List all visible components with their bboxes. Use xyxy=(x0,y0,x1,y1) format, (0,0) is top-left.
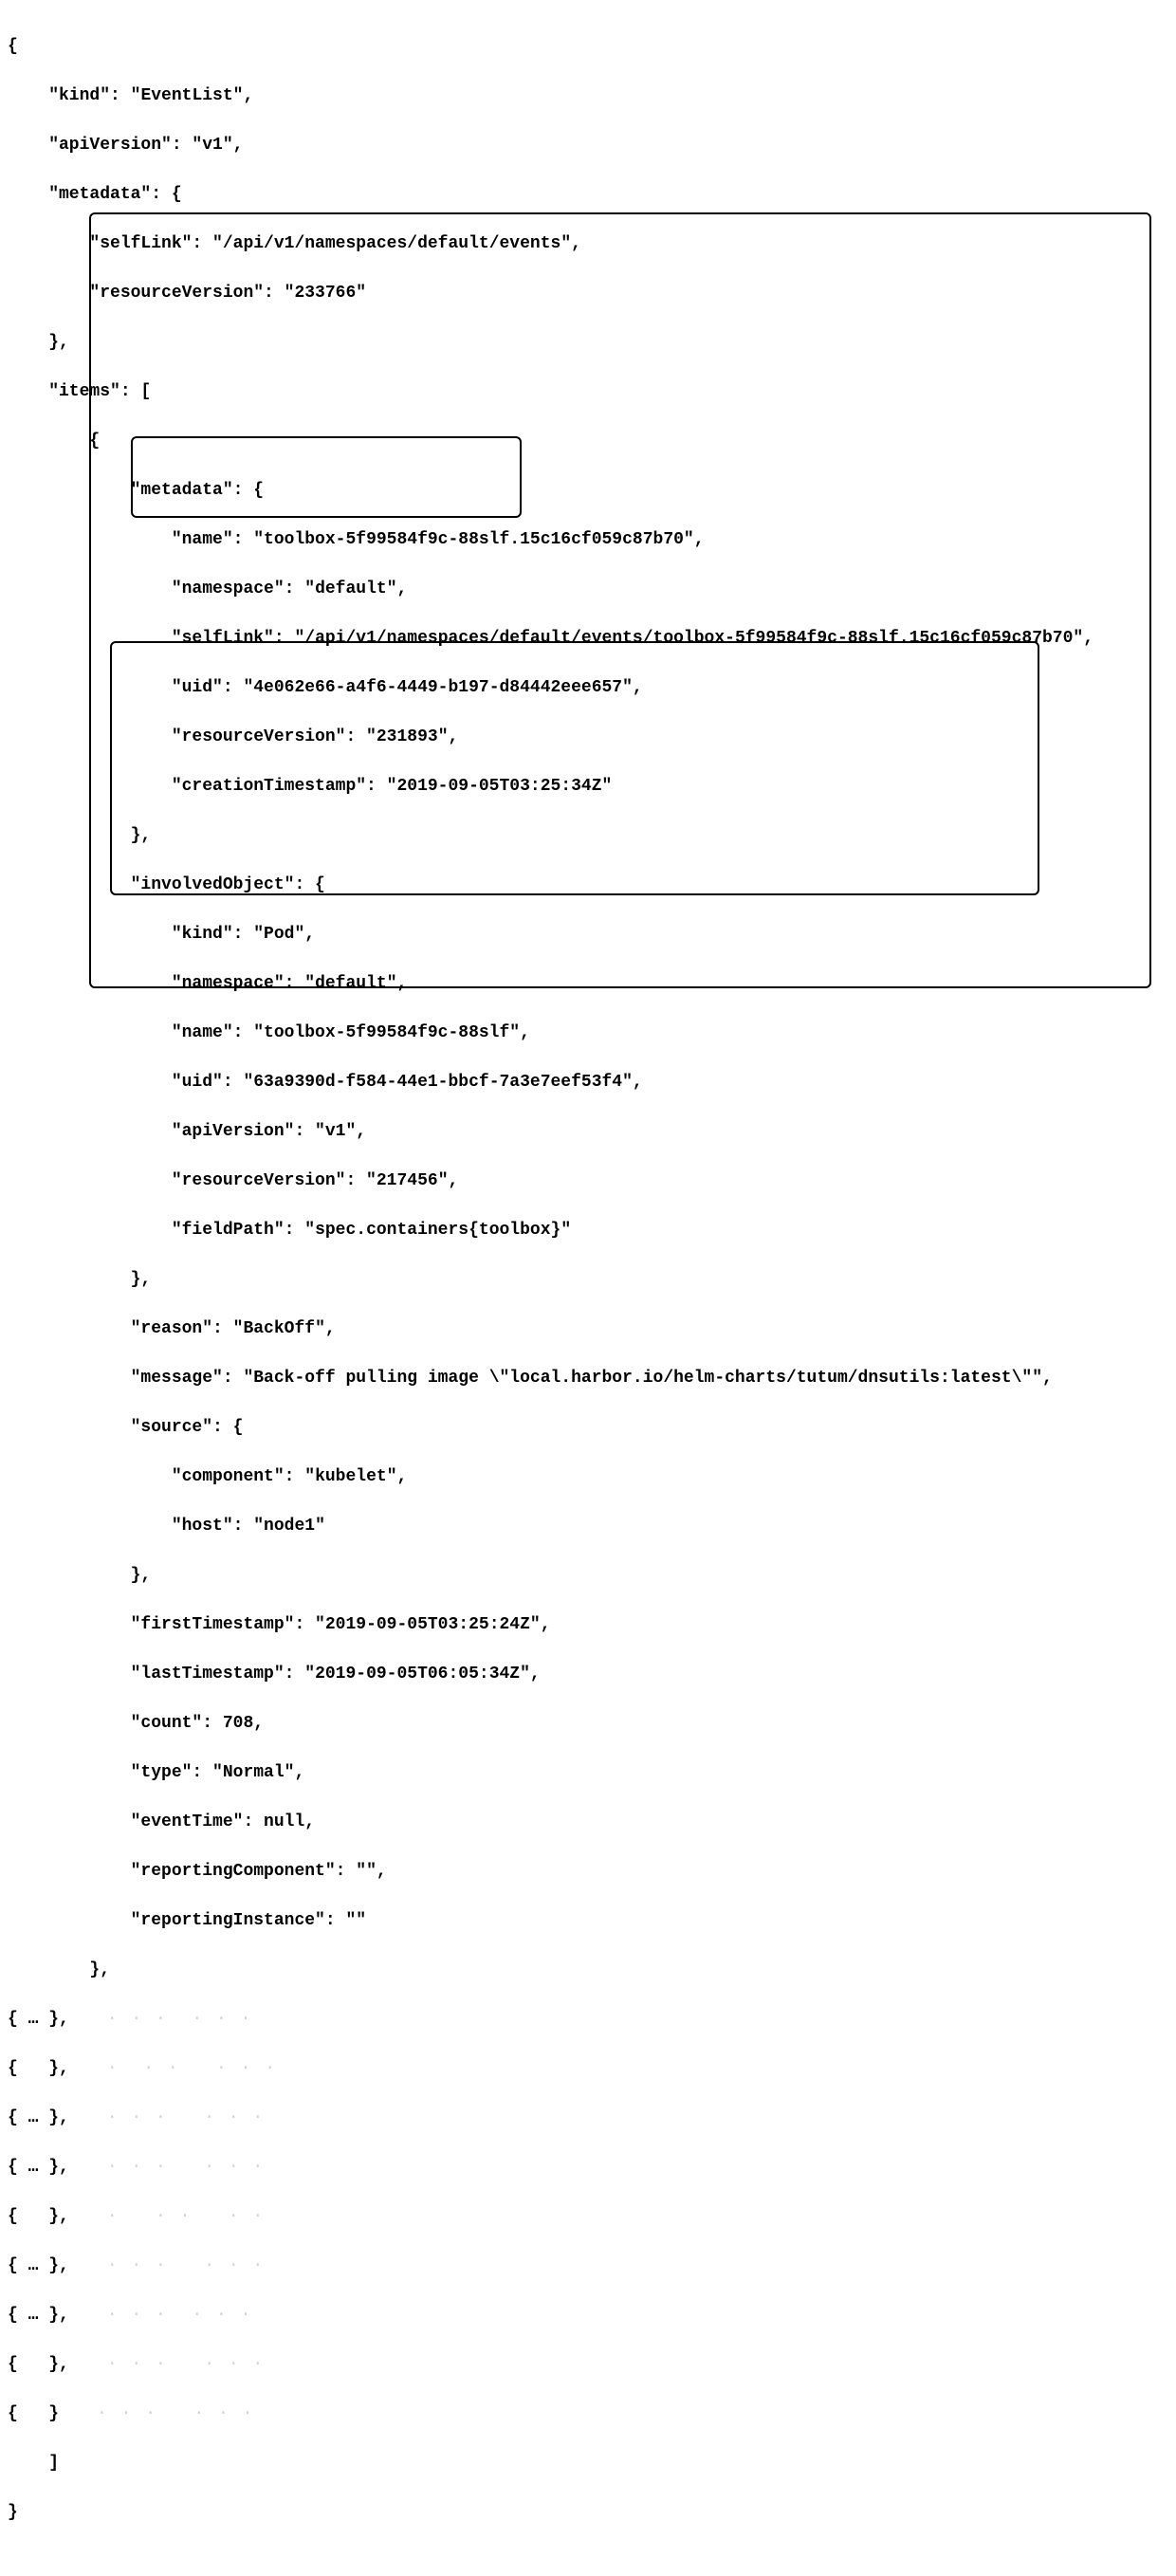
metadata-resourceVersion: 233766 xyxy=(294,284,356,303)
collapsed-faded: · · · · · · xyxy=(107,2106,265,2130)
source-host: node1 xyxy=(264,1517,315,1536)
involved-fieldPath: spec.containers{toolbox} xyxy=(315,1221,560,1240)
item-metadata-creationTimestamp: 2019-09-05T03:25:34Z xyxy=(396,777,601,796)
reason-value: BackOff xyxy=(243,1319,315,1338)
involved-apiVersion: v1 xyxy=(325,1122,346,1141)
collapsed-item: { … }, xyxy=(8,2007,69,2032)
message-value: Back-off pulling image \"local.harbor.io… xyxy=(253,1369,1032,1388)
collapsed-item: { … }, xyxy=(8,2106,69,2130)
involved-namespace: default xyxy=(315,974,387,993)
collapsed-faded: · · · · · xyxy=(107,2204,265,2229)
involved-name: toolbox-5f99584f9c-88slf xyxy=(264,1023,509,1042)
firstTimestamp-value: 2019-09-05T03:25:24Z xyxy=(325,1615,530,1634)
collapsed-item: { … }, xyxy=(8,2254,69,2278)
source-component: kubelet xyxy=(315,1467,387,1486)
collapsed-item: { … }, xyxy=(8,2303,69,2328)
collapsed-item: { } xyxy=(8,2401,59,2426)
item-metadata-namespace: default xyxy=(315,580,387,598)
collapsed-faded: · · · · · · xyxy=(97,2401,254,2426)
collapsed-item: { }, xyxy=(8,2352,69,2377)
type-value: Normal xyxy=(223,1763,285,1782)
collapsed-faded: · · · · · · xyxy=(107,2254,265,2278)
collapsed-faded: · · · · · · xyxy=(107,2352,265,2377)
json-code-block: { "kind": "EventList", "apiVersion": "v1… xyxy=(8,9,1168,2576)
item-metadata-resourceVersion: 231893 xyxy=(377,727,438,746)
collapsed-item: { }, xyxy=(8,2204,69,2229)
json-line: { xyxy=(8,34,1168,59)
kind-value: EventList xyxy=(140,86,232,105)
item-metadata-selfLink: /api/v1/namespaces/default/events/toolbo… xyxy=(304,629,1073,648)
count-value: 708 xyxy=(223,1714,253,1733)
apiVersion-value: v1 xyxy=(202,136,223,155)
lastTimestamp-value: 2019-09-05T06:05:34Z xyxy=(315,1665,520,1684)
collapsed-faded: · · · · · · xyxy=(107,2155,265,2180)
collapsed-item: { … }, xyxy=(8,2155,69,2180)
eventTime-value: null xyxy=(264,1812,304,1831)
involved-resourceVersion: 217456 xyxy=(377,1171,438,1190)
collapsed-faded: · · · · · · xyxy=(107,2303,253,2328)
involved-kind: Pod xyxy=(264,925,294,944)
collapsed-faded: · · · · · · xyxy=(107,2056,277,2081)
collapsed-item: { }, xyxy=(8,2056,69,2081)
item-metadata-name: toolbox-5f99584f9c-88slf.15c16cf059c87b7… xyxy=(264,530,684,549)
collapsed-faded: · · · · · · xyxy=(107,2007,253,2032)
involved-uid: 63a9390d-f584-44e1-bbcf-7a3e7eef53f4 xyxy=(253,1073,622,1092)
item-metadata-uid: 4e062e66-a4f6-4449-b197-d84442eee657 xyxy=(253,678,622,697)
metadata-selfLink: /api/v1/namespaces/default/events xyxy=(223,234,560,253)
